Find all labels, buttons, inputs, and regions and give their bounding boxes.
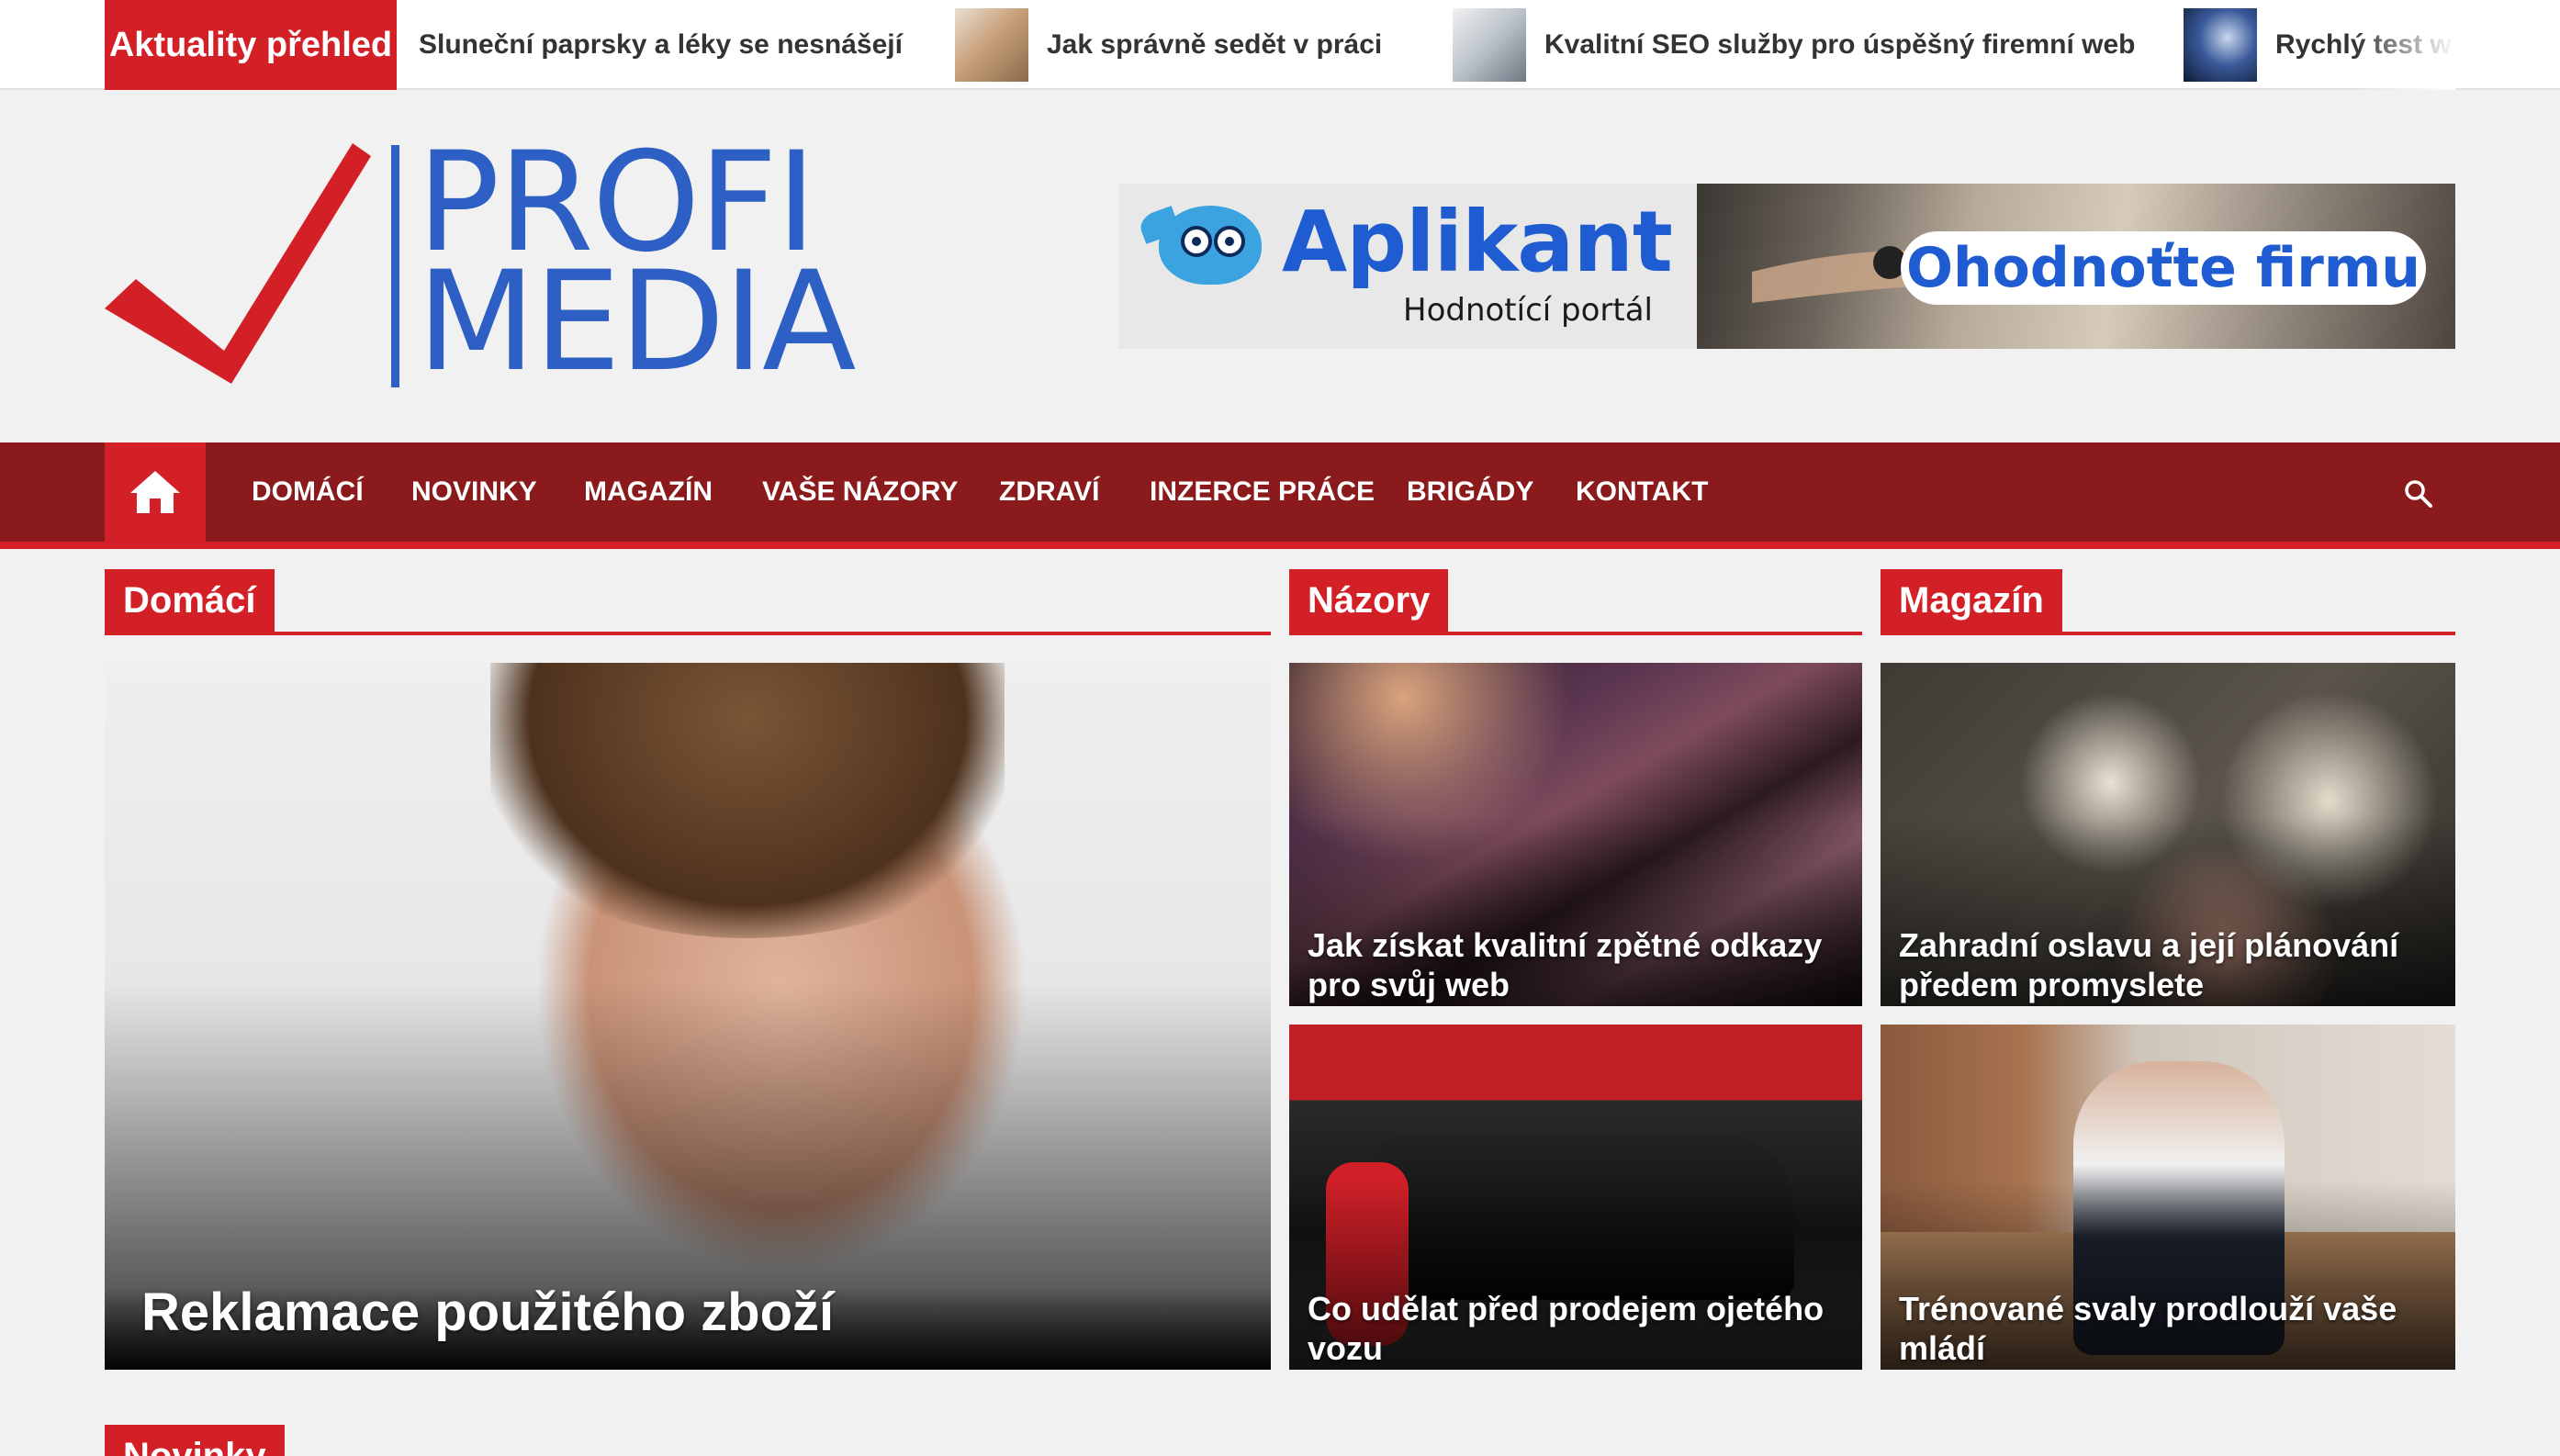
nav-item-magazin[interactable]: Magazín xyxy=(584,442,713,542)
news-ticker: Aktuality přehled Sluneční paprsky a lék… xyxy=(0,0,2560,90)
ticker-item-text: Sluneční paprsky a léky se nesnášejí xyxy=(419,29,903,60)
main-navigation: Domácí Novinky Magazín Vaše názory Zdrav… xyxy=(0,442,2560,549)
article-card[interactable]: Trénované svaly prodlouží vaše mládí xyxy=(1881,1025,2455,1370)
nav-item-kontakt[interactable]: Kontakt xyxy=(1576,442,1708,542)
nav-item-vase-nazory[interactable]: Vaše názory xyxy=(762,442,958,542)
ticker-thumbnail xyxy=(955,8,1028,82)
section-title: Domácí xyxy=(105,569,275,632)
nav-home-button[interactable] xyxy=(105,442,206,542)
site-logo[interactable]: PROFI MEDIA xyxy=(105,134,876,402)
owl-mascot-icon xyxy=(1137,206,1262,285)
ticker-item-text: Kvalitní SEO služby pro úspěšný firemní … xyxy=(1544,29,2136,60)
section-title: Názory xyxy=(1289,569,1449,632)
article-title: Trénované svaly prodlouží vaše mládí xyxy=(1899,1290,2397,1367)
article-image xyxy=(490,663,1005,938)
banner-brand-area: Aplikant Hodnotící portál xyxy=(1118,184,1697,349)
article-title: Co udělat před prodejem ojetého vozu xyxy=(1308,1290,1825,1367)
search-button[interactable] xyxy=(2395,470,2441,516)
logo-text-line2: MEDIA xyxy=(417,242,857,402)
ticker-item[interactable]: Kvalitní SEO služby pro úspěšný firemní … xyxy=(1453,0,2135,90)
banner-subtitle: Hodnotící portál xyxy=(1403,292,1653,329)
section-header-nazory: Názory xyxy=(1289,569,1862,635)
nav-item-novinky[interactable]: Novinky xyxy=(411,442,537,542)
article-title: Zahradní oslavu a její plánování předem … xyxy=(1899,926,2399,1003)
ticker-label: Aktuality přehled xyxy=(105,0,397,90)
ad-banner[interactable]: Aplikant Hodnotící portál Ohodnoťte firm… xyxy=(1118,184,2455,349)
section-header-magazin: Magazín xyxy=(1881,569,2455,635)
article-title: Jak získat kvalitní zpětné odkazy pro sv… xyxy=(1308,926,1823,1003)
article-card[interactable]: Jak získat kvalitní zpětné odkazy pro sv… xyxy=(1289,663,1862,1006)
section-header-domaci: Domácí xyxy=(105,569,1271,635)
ticker-item-text: Jak správně sedět v práci xyxy=(1047,29,1383,60)
article-title: Reklamace použitého zboží xyxy=(141,1282,835,1342)
logo-divider xyxy=(391,145,399,387)
ticker-thumbnail xyxy=(1453,8,1526,82)
article-card[interactable]: Co udělat před prodejem ojetého vozu xyxy=(1289,1025,1862,1370)
ticker-item[interactable]: Jak správně sedět v práci xyxy=(955,0,1382,90)
checkmark-icon xyxy=(105,143,371,384)
section-title: Novinky xyxy=(105,1425,285,1456)
ticker-track: Sluneční paprsky a léky se nesnášejí Jak… xyxy=(419,0,2455,90)
nav-item-brigady[interactable]: Brigády xyxy=(1407,442,1533,542)
section-title: Magazín xyxy=(1881,569,2062,632)
article-card[interactable]: Zahradní oslavu a její plánování předem … xyxy=(1881,663,2455,1006)
home-icon xyxy=(130,471,180,513)
nav-item-inzerce-prace[interactable]: Inzerce práce xyxy=(1150,442,1375,542)
featured-article-card[interactable]: Reklamace použitého zboží xyxy=(105,663,1271,1370)
banner-cta-button[interactable]: Ohodnoťte firmu xyxy=(1901,231,2426,305)
nav-item-zdravi[interactable]: Zdraví xyxy=(999,442,1099,542)
nav-item-domaci[interactable]: Domácí xyxy=(252,442,364,542)
ticker-thumbnail xyxy=(2184,8,2257,82)
search-icon xyxy=(2405,480,2432,508)
ticker-item[interactable]: Sluneční paprsky a léky se nesnášejí xyxy=(419,0,903,90)
banner-brand-name: Aplikant xyxy=(1282,193,1673,291)
ticker-fade xyxy=(2354,0,2455,90)
section-header-novinky: Novinky xyxy=(105,1425,2455,1456)
